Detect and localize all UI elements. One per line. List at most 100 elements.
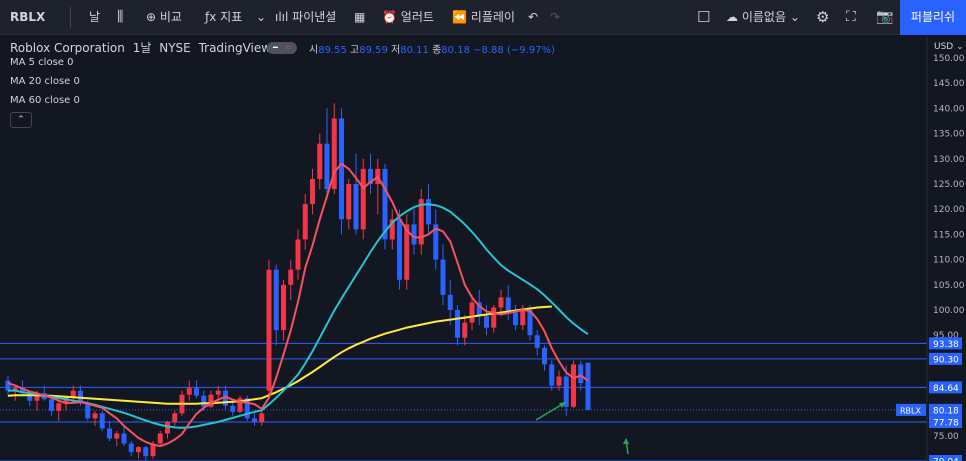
y-tick-label: 75.00 [933,432,959,442]
camera-icon[interactable]: 📷 [876,0,893,35]
last-price-label: 80.18 [933,406,959,416]
candle-body [186,388,192,395]
candle-body [302,204,308,240]
y-tick-label: 150.00 [933,54,965,64]
wave-icon: ≈ [285,43,292,52]
level-label: 90.30 [933,355,959,365]
candle-body [128,443,134,453]
chevron-down-icon: ⌄ [789,10,800,24]
open-label: 시 [309,45,319,56]
y-tick-label: 105.00 [933,281,965,291]
candle-body [70,390,76,397]
candle-body [114,433,120,439]
candle-body [99,413,105,429]
checkbox-square-icon[interactable]: ☐ [697,0,710,35]
close-value: 80.18 [441,45,470,56]
chart-area[interactable]: USD ⌄75.0080.0085.0090.0095.00100.00105.… [0,36,966,461]
candle-body [281,284,286,331]
high-value: 89.59 [359,45,388,56]
level-label: 93.38 [933,340,959,350]
chevron-down-icon[interactable]: ⌄ [256,0,266,35]
divider [70,7,71,28]
legend-title: Roblox Corporation [10,41,125,55]
high-label: 고 [350,45,360,56]
gear-icon[interactable]: ⚙ [816,0,829,35]
candle-body [455,310,460,338]
candle-body [360,168,366,230]
annotation-arrowhead [623,438,629,444]
pine-label: 파이낸셜 [292,10,337,24]
symbol-button[interactable]: RBLX [10,0,45,35]
candle-body [578,364,584,384]
publish-button[interactable]: 퍼블리쉬 [900,0,966,35]
candle-body [273,269,279,331]
alert-button[interactable]: ⏰ 얼러트 [382,0,434,35]
undo-icon[interactable]: ↶ [528,0,538,35]
open-value: 89.55 [318,45,347,56]
candle-body [571,364,576,407]
replay-label: 리플레이 [470,10,515,24]
currency-label[interactable]: USD ⌄ [934,42,964,52]
level-label: 70.04 [933,457,959,461]
rewind-icon: ⏪ [452,10,467,24]
level-label: 84.64 [933,384,959,394]
level-label: 77.78 [933,418,959,428]
y-tick-label: 115.00 [933,230,965,240]
redo-icon[interactable]: ↷ [550,0,560,35]
candle-body [339,118,344,220]
candle-body [5,380,11,391]
layout-grid-icon[interactable]: ▦ [354,0,365,35]
bar-chart-icon: ılıl [275,10,289,24]
layout-name-button[interactable]: ☁ 이름없음 ⌄ [726,0,800,35]
ma20-legend[interactable]: MA 20 close 0 [10,76,80,87]
candle-body [107,428,112,439]
candle-body [215,390,221,395]
legend-interval: 1날 [132,41,152,55]
interval-button[interactable]: 날 [89,0,100,35]
candle-body [288,269,294,285]
candle-body [505,297,511,313]
candle-body [157,433,163,444]
candle-body [194,388,199,396]
legend-source: TradingView [198,41,272,55]
price-chart[interactable]: USD ⌄75.0080.0085.0090.0095.00100.00105.… [0,36,966,461]
candle-body [165,421,170,434]
candle-style-icon[interactable]: ⫼ [117,0,123,35]
fullscreen-icon[interactable]: ⛶ [846,0,856,35]
candle-body [556,376,562,386]
chart-legend: Roblox Corporation 1날 NYSE TradingView [10,39,271,56]
candle-body [56,403,62,411]
market-status-badge[interactable]: ━ ≈ [267,42,297,54]
candle-body [513,312,518,326]
price-scale-bg [927,36,966,461]
ma60-legend[interactable]: MA 60 close 0 [10,95,80,106]
plus-circle-icon: ⊕ [146,10,157,24]
compare-button[interactable]: ⊕ 비교 [146,0,182,35]
change-value: −8.88 (−9.97%) [473,45,555,56]
top-toolbar: RBLX 날 ⫼ ⊕ 비교 ƒx 지표 ⌄ ılıl 파이낸셜 ▦ ⏰ 얼러트 … [0,0,966,35]
alarm-clock-icon: ⏰ [382,10,397,24]
indicators-button[interactable]: ƒx 지표 [205,0,242,35]
candle-body [397,219,402,280]
candle-body [49,399,54,411]
replay-button[interactable]: ⏪ 리플레이 [452,0,515,35]
candle-body [549,364,555,386]
y-tick-label: 100.00 [933,306,965,316]
candle-body [201,395,207,407]
ohlc-values: 시89.55 고89.59 저80.11 종80.18 −8.88 (−9.97… [309,41,555,56]
candle-body [440,259,446,295]
candle-body [542,347,547,365]
y-tick-label: 140.00 [933,104,965,114]
collapse-legend-button[interactable]: ⌃ [10,112,32,128]
candle-body [143,447,149,457]
cloud-icon: ☁ [726,10,738,24]
candle-body [426,199,431,225]
pine-button[interactable]: ılıl 파이낸셜 [275,0,336,35]
candle-body [295,239,301,270]
candle-body [469,302,475,323]
ma5-legend[interactable]: MA 5 close 0 [10,57,74,68]
candle-body [136,447,141,453]
alert-label: 얼러트 [400,10,434,24]
candle-body [491,307,497,328]
symbol-tag: RBLX [900,406,922,415]
